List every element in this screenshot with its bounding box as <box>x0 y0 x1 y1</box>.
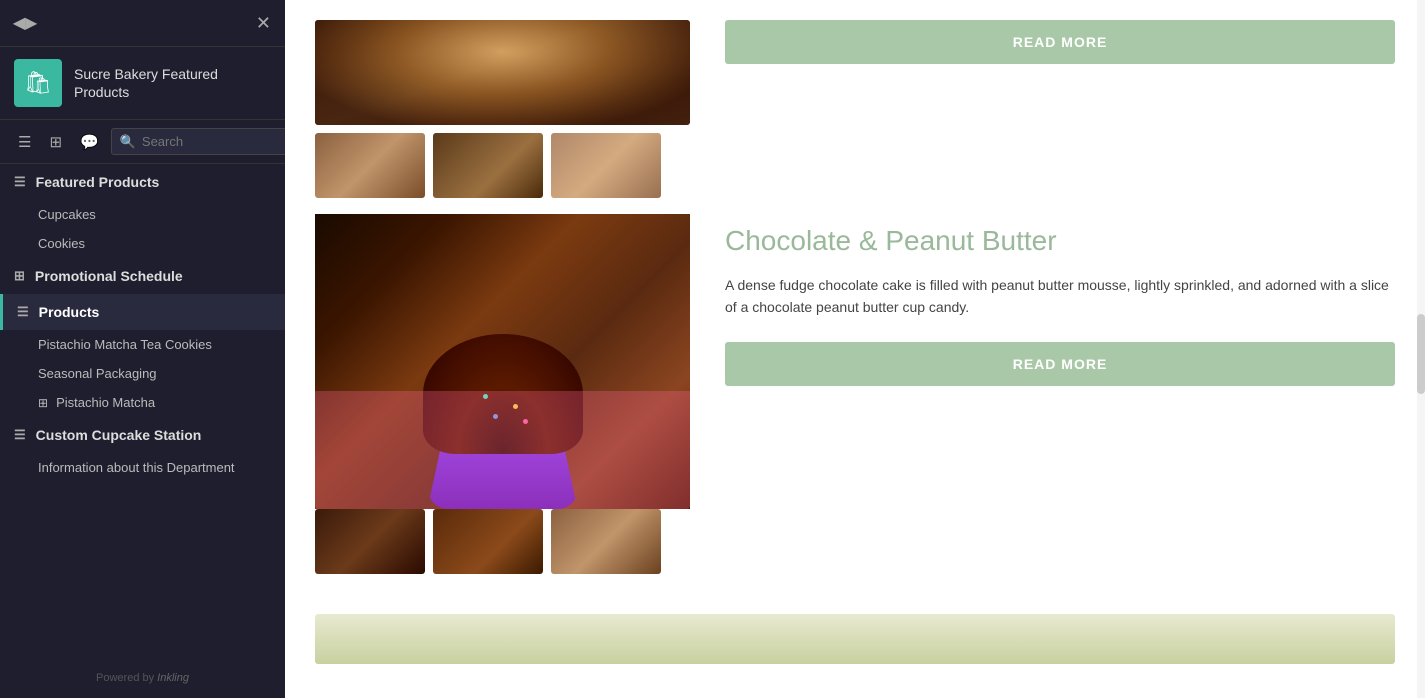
cupcake-thumb-3[interactable] <box>551 133 661 198</box>
featured-products-label: Featured Products <box>36 174 160 190</box>
choc-pb-thumb-2[interactable] <box>433 509 543 574</box>
products-label: Products <box>39 304 100 320</box>
nav-section-cupcake-station: ☰ Custom Cupcake Station Information abo… <box>0 417 285 482</box>
close-button[interactable]: ✕ <box>256 14 271 32</box>
choc-pb-info: Chocolate & Peanut Butter A dense fudge … <box>725 214 1395 386</box>
nav-section-products: ☰ Products Pistachio Matcha Tea Cookies … <box>0 294 285 417</box>
nav-item-pistachio-matcha[interactable]: ⊞ Pistachio Matcha <box>0 388 285 417</box>
top-main-cupcake-image <box>315 20 690 125</box>
pistachio-matcha-label: Pistachio Matcha <box>56 395 155 410</box>
nav-custom-cupcake-station[interactable]: ☰ Custom Cupcake Station <box>0 417 285 453</box>
read-more-button[interactable]: READ MORE <box>725 342 1395 386</box>
comment-icon: 💬 <box>80 134 99 151</box>
nav-item-seasonal-packaging[interactable]: Seasonal Packaging <box>0 359 285 388</box>
app-icon: 🛍 <box>14 59 62 107</box>
card-icon: ⊞ <box>49 134 62 151</box>
nav-item-pistachio-matcha-cookies[interactable]: Pistachio Matcha Tea Cookies <box>0 330 285 359</box>
products-icon: ☰ <box>17 304 29 320</box>
product-description: A dense fudge chocolate cake is filled w… <box>725 274 1395 319</box>
brand-label: Inkling <box>157 672 189 684</box>
powered-by-label: Powered by <box>96 672 154 684</box>
top-read-more-button[interactable]: READ MORE <box>725 20 1395 64</box>
list-icon: ☰ <box>18 134 31 151</box>
sidebar: ◀▶ ✕ 🛍 Sucre Bakery Featured Products ☰ … <box>0 0 285 698</box>
choc-pb-thumb-3[interactable] <box>551 509 661 574</box>
search-input[interactable] <box>142 134 285 149</box>
featured-products-icon: ☰ <box>14 174 26 190</box>
card-view-button[interactable]: ⊞ <box>43 129 68 155</box>
top-product-info: READ MORE <box>725 20 1395 64</box>
nav-products[interactable]: ☰ Products <box>0 294 285 330</box>
app-title: Sucre Bakery Featured Products <box>74 65 271 101</box>
product-title: Chocolate & Peanut Butter <box>725 224 1395 258</box>
main-content: READ MORE <box>285 0 1425 698</box>
cookie-preview-bar <box>315 614 1395 664</box>
cupcake-station-icon: ☰ <box>14 427 26 443</box>
cupcake-thumb-2[interactable] <box>433 133 543 198</box>
sidebar-header: ◀▶ ✕ <box>0 0 285 47</box>
list-view-button[interactable]: ☰ <box>12 129 37 155</box>
sidebar-logo: ◀▶ <box>14 12 36 34</box>
nav-section-featured-products: ☰ Featured Products Cupcakes Cookies <box>0 164 285 258</box>
nav-item-cupcakes[interactable]: Cupcakes <box>0 200 285 229</box>
choc-pb-main-image <box>315 214 690 509</box>
top-product-images <box>315 20 695 198</box>
choc-peanut-butter-card: Chocolate & Peanut Butter A dense fudge … <box>315 214 1395 574</box>
sidebar-footer: Powered by Inkling <box>0 658 285 698</box>
choc-pb-thumb-1[interactable] <box>315 509 425 574</box>
cupcake-station-label: Custom Cupcake Station <box>36 427 202 443</box>
search-icon: 🔍 <box>120 134 136 150</box>
nav-section-promotional: ⊞ Promotional Schedule <box>0 258 285 294</box>
top-thumb-row <box>315 133 695 198</box>
promotional-icon: ⊞ <box>14 268 25 284</box>
app-title-row: 🛍 Sucre Bakery Featured Products <box>0 47 285 120</box>
logo-icon: ◀▶ <box>14 12 36 34</box>
nav-promotional-schedule[interactable]: ⊞ Promotional Schedule <box>0 258 285 294</box>
search-box: 🔍 ✕ <box>111 128 285 155</box>
promotional-label: Promotional Schedule <box>35 268 183 284</box>
product-section: READ MORE <box>285 0 1425 684</box>
nav-item-dept-info[interactable]: Information about this Department <box>0 453 285 482</box>
choc-pb-images <box>315 214 695 574</box>
comment-button[interactable]: 💬 <box>74 129 105 155</box>
scrollbar-thumb[interactable] <box>1417 314 1425 394</box>
choc-pb-thumb-row <box>315 509 695 574</box>
shopping-bag-icon: 🛍 <box>24 70 52 96</box>
top-product-card: READ MORE <box>315 20 1395 198</box>
sidebar-toolbar: ☰ ⊞ 💬 🔍 ✕ <box>0 120 285 164</box>
pistachio-matcha-icon: ⊞ <box>38 396 48 410</box>
cupcake-thumb-1[interactable] <box>315 133 425 198</box>
scrollbar-track <box>1417 0 1425 698</box>
nav-featured-products[interactable]: ☰ Featured Products <box>0 164 285 200</box>
nav-item-cookies[interactable]: Cookies <box>0 229 285 258</box>
